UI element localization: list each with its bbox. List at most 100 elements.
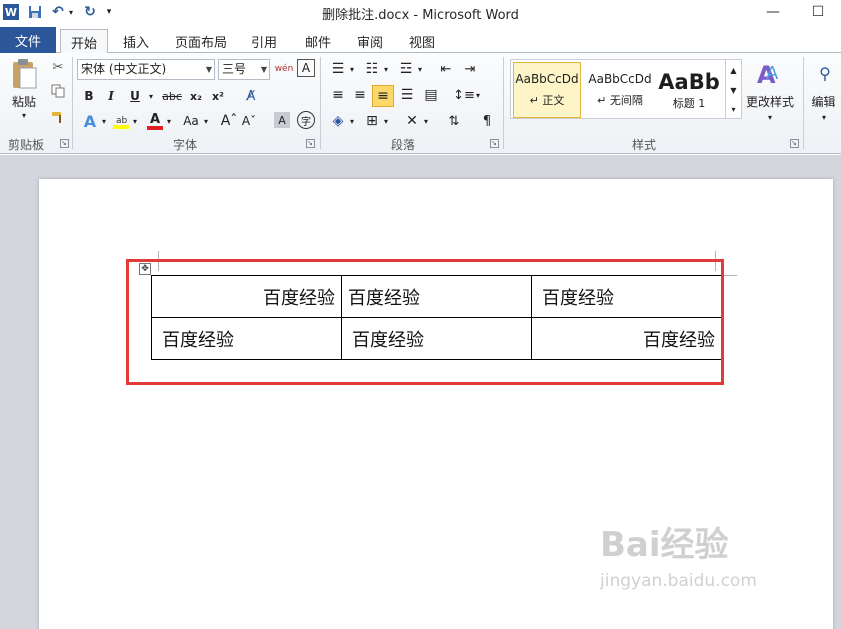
align-left-icon[interactable]: ≡ [328, 85, 348, 105]
character-border-icon[interactable]: A [297, 59, 315, 77]
chinese-layout-dropdown-icon[interactable]: ▾ [422, 111, 430, 131]
distributed-icon[interactable]: ▤ [421, 85, 441, 105]
paste-dropdown-icon[interactable]: ▾ [16, 109, 32, 121]
bullets-icon[interactable]: ☰ [328, 59, 348, 79]
sort-icon[interactable]: ⇅ [444, 111, 464, 131]
table-move-handle-icon[interactable]: ✥ [139, 263, 151, 275]
numbering-dropdown-icon[interactable]: ▾ [382, 59, 390, 79]
maximize-button[interactable]: ☐ [803, 2, 833, 22]
shading-dropdown-icon[interactable]: ▾ [348, 111, 356, 131]
format-painter-icon[interactable] [50, 109, 66, 125]
paragraph-launcher-icon[interactable]: ↘ [490, 139, 499, 148]
paste-button[interactable]: 粘贴 [4, 93, 44, 109]
style-name: 标题 1 [672, 96, 706, 110]
line-spacing-icon[interactable]: ↕≡ [453, 85, 475, 105]
ribbon: 粘贴 ▾ ✂ 剪贴板 ↘ 宋体 (中文正文) ▼ 三号 ▼ wén A B I … [0, 53, 841, 154]
style-preview: AaBbCcDd [515, 72, 579, 86]
chevron-down-icon: ▼ [205, 65, 212, 74]
paste-icon[interactable] [8, 57, 40, 91]
tab-file[interactable]: 文件 [0, 27, 56, 53]
chinese-layout-icon[interactable]: ✕ [402, 111, 422, 131]
strikethrough-button[interactable]: abc [160, 87, 184, 105]
styles-launcher-icon[interactable]: ↘ [790, 139, 799, 148]
table-cell[interactable]: 百度经验 [341, 275, 532, 318]
minimize-button[interactable]: — [758, 2, 788, 22]
tab-review[interactable]: 审阅 [346, 29, 394, 53]
numbering-icon[interactable]: ☷ [362, 59, 382, 79]
change-styles-button[interactable]: 更改样式 [744, 93, 796, 109]
document-canvas[interactable]: ✥ 百度经验 百度经验 百度经验 百度经验 百度经验 百度经验 Bai经验 ji… [0, 155, 841, 629]
tab-insert[interactable]: 插入 [112, 29, 160, 53]
table-cell[interactable]: 百度经验 [531, 275, 722, 318]
title-bar: W ↶ ▾ ↻ ▾ 删除批注.docx - Microsoft Word — ☐ [0, 0, 841, 26]
underline-dropdown-icon[interactable]: ▾ [146, 87, 156, 105]
line-spacing-dropdown-icon[interactable]: ▾ [474, 85, 482, 105]
change-styles-icon[interactable]: AA [754, 57, 786, 91]
align-center-icon[interactable]: ≡ [350, 85, 370, 105]
table-cell[interactable]: 百度经验 [151, 275, 342, 318]
watermark-brand: Bai经验 [600, 525, 729, 565]
find-binoculars-icon[interactable]: ⚲ [812, 59, 838, 87]
table-row: 百度经验 百度经验 百度经验 [151, 317, 722, 360]
enclose-characters-icon[interactable]: 字 [297, 111, 315, 129]
gallery-scroll-down-icon[interactable]: ▼ [725, 80, 741, 100]
style-no-spacing[interactable]: AaBbCcDd ↵ 无间隔 [585, 62, 655, 118]
tab-references[interactable]: 引用 [240, 29, 288, 53]
editing-dropdown-icon[interactable]: ▾ [818, 111, 830, 123]
clear-formatting-icon[interactable]: A̸ [240, 85, 262, 107]
increase-indent-icon[interactable]: ⇥ [460, 59, 480, 79]
italic-button[interactable]: I [102, 87, 120, 105]
align-right-icon[interactable]: ≡ [372, 85, 394, 107]
copy-icon[interactable] [50, 83, 66, 99]
font-color-button[interactable]: A [145, 111, 165, 131]
tab-mailings[interactable]: 邮件 [294, 29, 342, 53]
table-cell[interactable]: 百度经验 [341, 317, 532, 360]
bullets-dropdown-icon[interactable]: ▾ [348, 59, 356, 79]
subscript-button[interactable]: x₂ [186, 87, 206, 105]
style-heading-1[interactable]: AaBb 标题 1 [657, 62, 721, 118]
cut-icon[interactable]: ✂ [50, 59, 66, 75]
font-launcher-icon[interactable]: ↘ [306, 139, 315, 148]
table-cell[interactable]: 百度经验 [531, 317, 722, 360]
phonetic-guide-icon[interactable]: wén [274, 59, 294, 79]
borders-dropdown-icon[interactable]: ▾ [382, 111, 390, 131]
multilevel-dropdown-icon[interactable]: ▾ [416, 59, 424, 79]
text-effects-dropdown-icon[interactable]: ▾ [100, 111, 108, 131]
highlight-icon[interactable]: ab [111, 111, 131, 131]
clipboard-launcher-icon[interactable]: ↘ [60, 139, 69, 148]
change-styles-dropdown-icon[interactable]: ▾ [764, 111, 776, 123]
borders-icon[interactable]: ⊞ [362, 111, 382, 131]
crop-mark [158, 251, 159, 271]
styles-gallery: AaBbCcDd ↵ 正文 AaBbCcDd ↵ 无间隔 AaBb 标题 1 ▲… [510, 59, 742, 119]
character-shading-icon[interactable]: A [274, 112, 290, 128]
font-name-combo[interactable]: 宋体 (中文正文) ▼ [77, 59, 215, 80]
grow-font-icon[interactable]: Aˆ [220, 111, 238, 131]
font-size-combo[interactable]: 三号 ▼ [218, 59, 270, 80]
superscript-button[interactable]: x² [208, 87, 228, 105]
show-formatting-icon[interactable]: ¶ [478, 111, 496, 131]
style-normal[interactable]: AaBbCcDd ↵ 正文 [513, 62, 581, 118]
tab-view[interactable]: 视图 [398, 29, 446, 53]
highlight-dropdown-icon[interactable]: ▾ [131, 111, 139, 131]
style-preview: AaBbCcDd [588, 72, 652, 86]
font-color-dropdown-icon[interactable]: ▾ [165, 111, 173, 131]
document-table[interactable]: 百度经验 百度经验 百度经验 百度经验 百度经验 百度经验 [151, 275, 722, 360]
group-divider [72, 57, 73, 149]
underline-button[interactable]: U [126, 87, 144, 105]
editing-button[interactable]: 编辑 [806, 93, 841, 109]
tab-home[interactable]: 开始 [60, 29, 108, 54]
gallery-scroll-up-icon[interactable]: ▲ [725, 60, 741, 80]
change-case-dropdown-icon[interactable]: ▾ [202, 111, 210, 131]
decrease-indent-icon[interactable]: ⇤ [436, 59, 456, 79]
multilevel-list-icon[interactable]: ☲ [396, 59, 416, 79]
justify-icon[interactable]: ☰ [397, 85, 417, 105]
group-divider [320, 57, 321, 149]
tab-page-layout[interactable]: 页面布局 [168, 29, 234, 53]
gallery-more-icon[interactable]: ▾ [725, 100, 741, 118]
table-cell[interactable]: 百度经验 [151, 317, 342, 360]
bold-button[interactable]: B [80, 87, 98, 105]
shading-icon[interactable]: ◈ [328, 111, 348, 131]
change-case-button[interactable]: Aa [180, 111, 202, 131]
shrink-font-icon[interactable]: Aˇ [240, 111, 258, 131]
text-effects-icon[interactable]: A [80, 111, 100, 131]
